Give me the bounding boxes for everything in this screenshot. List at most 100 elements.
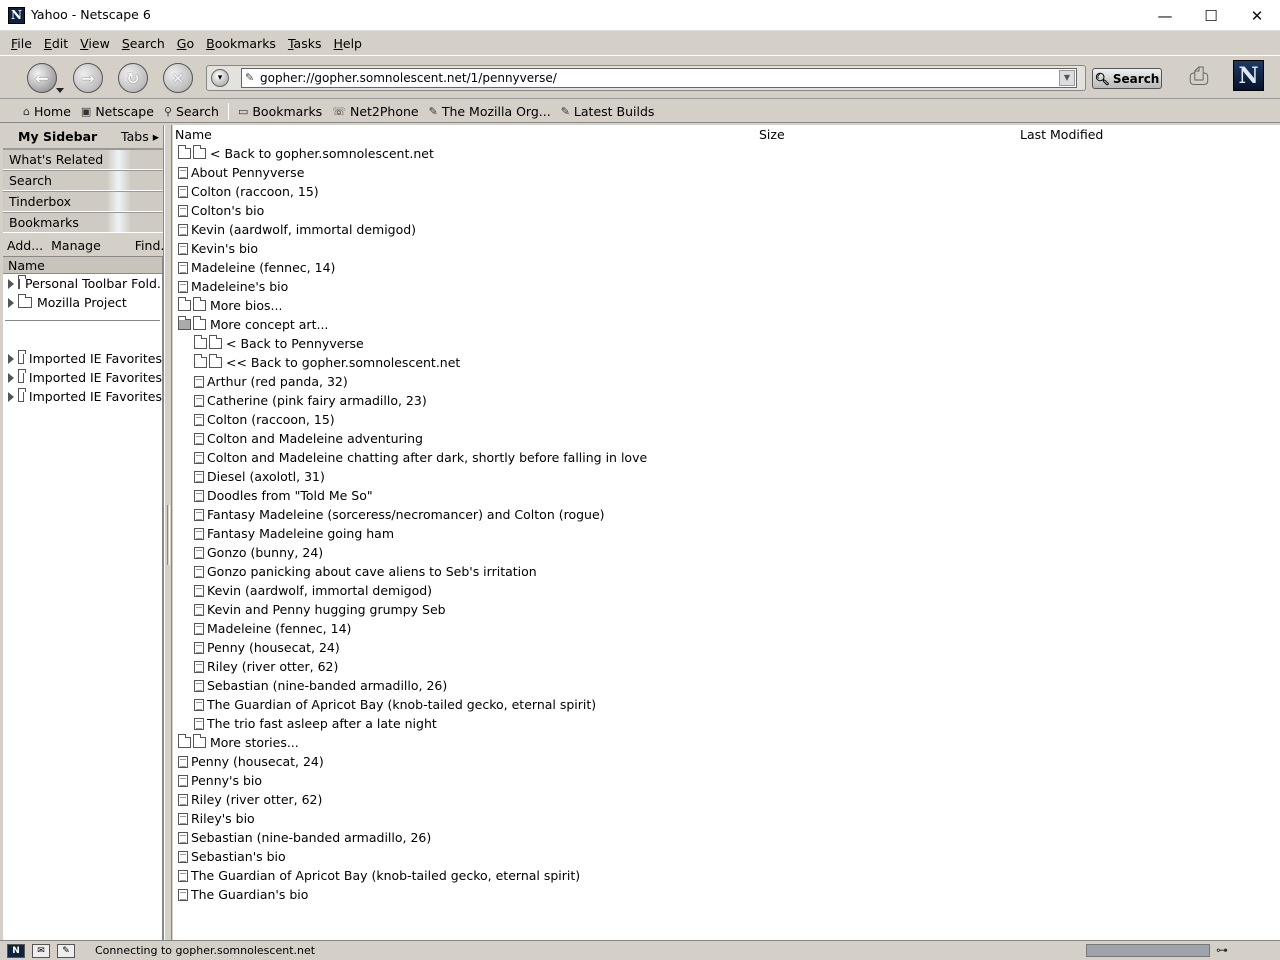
netscape-throbber-logo[interactable]: N <box>1233 60 1264 91</box>
bookmark-folder[interactable]: Personal Toolbar Fold... <box>3 274 162 293</box>
file-link[interactable]: The Guardian of Apricot Bay (knob-tailed… <box>178 866 1280 885</box>
file-link[interactable]: Sebastian (nine-banded armadillo, 26) <box>178 676 1280 695</box>
file-link[interactable]: Catherine (pink fairy armadillo, 23) <box>178 391 1280 410</box>
sidebar-panel-tinderbox[interactable]: Tinderbox <box>3 191 163 212</box>
close-button[interactable]: ✕ <box>1234 0 1280 31</box>
menu-view[interactable]: View <box>74 36 116 51</box>
file-link[interactable]: Madeleine (fennec, 14) <box>178 619 1280 638</box>
bookmark-folder[interactable]: Imported IE Favorites <box>3 387 162 406</box>
bookmark-folder[interactable]: Imported IE Favorites <box>3 349 162 368</box>
directory-link[interactable]: More bios... <box>178 296 1280 315</box>
file-link[interactable]: Riley's bio <box>178 809 1280 828</box>
file-link[interactable]: Riley (river otter, 62) <box>178 657 1280 676</box>
search-button[interactable]: 🔍︎ Search <box>1092 68 1162 89</box>
expand-twisty-icon[interactable] <box>8 353 14 364</box>
file-link[interactable]: Penny (housecat, 24) <box>178 752 1280 771</box>
url-input[interactable] <box>241 68 1077 88</box>
file-link[interactable]: Gonzo panicking about cave aliens to Seb… <box>178 562 1280 581</box>
file-link[interactable]: Madeleine's bio <box>178 277 1280 296</box>
reload-button[interactable]: ↻ <box>118 63 148 93</box>
go-dropdown-icon[interactable]: ▾ <box>211 69 229 87</box>
maximize-button[interactable]: ☐ <box>1188 0 1234 31</box>
file-link[interactable]: Colton and Madeleine adventuring <box>178 429 1280 448</box>
expand-twisty-icon[interactable] <box>8 297 14 308</box>
forward-button[interactable]: → <box>73 63 103 93</box>
menu-bookmarks[interactable]: Bookmarks <box>200 36 282 51</box>
toolbar-item-search[interactable]: ⚲ Search <box>159 104 224 119</box>
file-link[interactable]: Madeleine (fennec, 14) <box>178 258 1280 277</box>
sidebar-tabs-button[interactable]: Tabs ▸ <box>121 129 159 144</box>
link-label: Riley's bio <box>191 811 255 826</box>
directory-link[interactable]: More concept art... <box>178 315 1280 334</box>
directory-link[interactable]: < Back to gopher.somnolescent.net <box>178 144 1280 163</box>
composer-icon[interactable]: ✎ <box>57 943 75 958</box>
bookmark-folder[interactable]: Imported IE Favorites <box>3 368 162 387</box>
directory-link[interactable]: << Back to gopher.somnolescent.net <box>178 353 1280 372</box>
menu-go[interactable]: Go <box>171 36 200 51</box>
file-link[interactable]: The trio fast asleep after a late night <box>178 714 1280 733</box>
back-history-dropdown-icon[interactable] <box>56 88 64 93</box>
document-icon <box>178 755 188 768</box>
file-link[interactable]: Penny's bio <box>178 771 1280 790</box>
file-link[interactable]: Colton's bio <box>178 201 1280 220</box>
file-link[interactable]: Penny (housecat, 24) <box>178 638 1280 657</box>
url-history-dropdown-icon[interactable]: ▼ <box>1059 70 1075 86</box>
add-bookmark-button[interactable]: Add... <box>3 238 47 253</box>
sidebar-panel-what-s-related[interactable]: What's Related <box>3 149 163 170</box>
column-name[interactable]: Name <box>175 127 212 142</box>
print-icon[interactable]: ⎙ <box>1184 62 1214 90</box>
toolbar-item-home[interactable]: ⌂ Home <box>18 104 76 119</box>
folder-icon <box>178 734 208 748</box>
file-link[interactable]: Sebastian (nine-banded armadillo, 26) <box>178 828 1280 847</box>
file-link[interactable]: The Guardian's bio <box>178 885 1280 904</box>
file-link[interactable]: Fantasy Madeleine (sorceress/necromancer… <box>178 505 1280 524</box>
menu-file[interactable]: File <box>5 36 38 51</box>
expand-twisty-icon[interactable] <box>8 372 14 383</box>
security-lock-icon[interactable]: ⊶ <box>1216 943 1228 957</box>
file-link[interactable]: Doodles from "Told Me So" <box>178 486 1280 505</box>
toolbar-item-the-mozilla-org[interactable]: ✎ The Mozilla Org... <box>424 104 556 119</box>
file-link[interactable]: Colton (raccoon, 15) <box>178 182 1280 201</box>
toolbar-item-bookmarks[interactable]: ▭ Bookmarks <box>233 104 327 119</box>
file-link[interactable]: Riley (river otter, 62) <box>178 790 1280 809</box>
toolbar-item-netscape[interactable]: ▣ Netscape <box>76 104 159 119</box>
menu-search[interactable]: Search <box>116 36 171 51</box>
navigator-icon[interactable]: N <box>7 943 25 958</box>
file-link[interactable]: Sebastian's bio <box>178 847 1280 866</box>
file-link[interactable]: Kevin and Penny hugging grumpy Seb <box>178 600 1280 619</box>
column-size[interactable]: Size <box>759 127 785 142</box>
mail-icon[interactable]: ✉ <box>32 943 50 958</box>
stop-button[interactable]: ✕ <box>163 63 193 93</box>
file-link[interactable]: Gonzo (bunny, 24) <box>178 543 1280 562</box>
file-link[interactable]: Colton (raccoon, 15) <box>178 410 1280 429</box>
file-link[interactable]: Diesel (axolotl, 31) <box>178 467 1280 486</box>
file-link[interactable]: Kevin's bio <box>178 239 1280 258</box>
file-link[interactable]: About Pennyverse <box>178 163 1280 182</box>
file-link[interactable]: Fantasy Madeleine going ham <box>178 524 1280 543</box>
toolbar-item-net2phone[interactable]: ☏ Net2Phone <box>327 104 423 119</box>
file-link[interactable]: Colton and Madeleine chatting after dark… <box>178 448 1280 467</box>
sidebar-splitter[interactable] <box>164 125 172 940</box>
file-link[interactable]: Kevin (aardwolf, immortal demigod) <box>178 220 1280 239</box>
minimize-button[interactable]: — <box>1142 0 1188 31</box>
sidebar-panel-search[interactable]: Search <box>3 170 163 191</box>
splitter-grip[interactable] <box>167 505 170 565</box>
menu-help[interactable]: Help <box>327 36 368 51</box>
toolbar-item-latest-builds[interactable]: ✎ Latest Builds <box>556 104 660 119</box>
expand-twisty-icon[interactable] <box>8 391 14 402</box>
expand-twisty-icon[interactable] <box>8 278 14 289</box>
sidebar-panel-bookmarks[interactable]: Bookmarks <box>3 212 163 233</box>
bookmarks-column-header[interactable]: Name <box>3 256 163 274</box>
menu-edit[interactable]: Edit <box>38 36 74 51</box>
back-button[interactable]: ← <box>27 63 57 93</box>
window-title: Yahoo - Netscape 6 <box>31 7 151 22</box>
file-link[interactable]: The Guardian of Apricot Bay (knob-tailed… <box>178 695 1280 714</box>
bookmark-folder[interactable]: Mozilla Project <box>3 293 162 312</box>
directory-link[interactable]: < Back to Pennyverse <box>178 334 1280 353</box>
file-link[interactable]: Arthur (red panda, 32) <box>178 372 1280 391</box>
directory-link[interactable]: More stories... <box>178 733 1280 752</box>
menu-tasks[interactable]: Tasks <box>282 36 328 51</box>
file-link[interactable]: Kevin (aardwolf, immortal demigod) <box>178 581 1280 600</box>
manage-bookmarks-button[interactable]: Manage <box>47 238 105 253</box>
column-last-modified[interactable]: Last Modified <box>1020 127 1103 142</box>
